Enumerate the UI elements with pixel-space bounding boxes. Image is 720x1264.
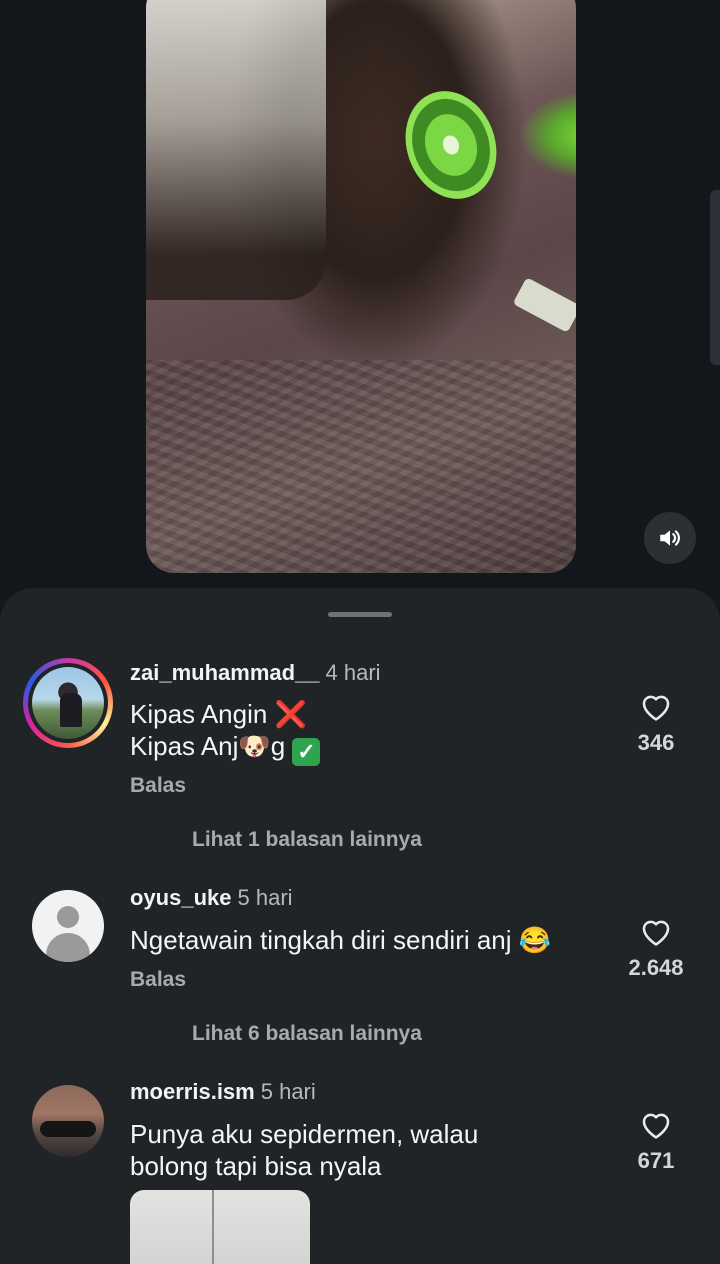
comment-text-line: g bbox=[270, 731, 286, 761]
like-count: 2.648 bbox=[628, 955, 684, 980]
like-button[interactable]: 2.648 bbox=[624, 915, 688, 981]
view-more-replies-link[interactable]: Lihat 6 balasan lainnya bbox=[192, 1022, 422, 1046]
comment-time: 5 hari bbox=[237, 885, 293, 910]
video-area bbox=[0, 0, 720, 600]
reply-button[interactable]: Balas bbox=[130, 968, 186, 992]
comment-text-line: bolong tapi bisa nyala bbox=[130, 1151, 382, 1181]
cross-mark-emoji-icon: ❌ bbox=[274, 699, 307, 729]
check-mark-emoji-icon: ✓ bbox=[292, 738, 321, 766]
laughing-tears-emoji-icon: 😂 bbox=[518, 925, 552, 955]
comment-text-line: Kipas Anj bbox=[130, 731, 239, 761]
video-frame-fan bbox=[390, 78, 512, 212]
video-player[interactable] bbox=[146, 0, 576, 573]
comment-text: Punya aku sepidermen, walau bolong tapi … bbox=[130, 1118, 478, 1182]
comment-image-attachment[interactable] bbox=[130, 1190, 310, 1264]
like-count: 346 bbox=[637, 730, 675, 755]
avatar[interactable] bbox=[32, 890, 104, 962]
side-panel-handle[interactable] bbox=[710, 190, 720, 365]
comment-time: 4 hari bbox=[325, 660, 381, 685]
heart-icon bbox=[642, 920, 670, 946]
view-more-replies-link[interactable]: Lihat 1 balasan lainnya bbox=[192, 828, 422, 852]
comment-username[interactable]: oyus_uke bbox=[130, 885, 232, 910]
avatar[interactable] bbox=[32, 1085, 104, 1157]
comment-meta: oyus_uke 5 hari bbox=[130, 885, 293, 911]
video-frame-power-strip bbox=[512, 277, 576, 333]
comment-text-line: Ngetawain tingkah diri sendiri anj bbox=[130, 925, 512, 955]
comment-username[interactable]: moerris.ism bbox=[130, 1079, 255, 1104]
dog-face-emoji-icon: 🐶 bbox=[238, 731, 271, 761]
speaker-volume-icon bbox=[660, 530, 680, 546]
like-button[interactable]: 346 bbox=[624, 690, 688, 756]
comment-text: Ngetawain tingkah diri sendiri anj 😂 bbox=[130, 924, 551, 956]
avatar-story-ring[interactable] bbox=[23, 658, 113, 748]
comment-text-line: Punya aku sepidermen, walau bbox=[130, 1119, 479, 1149]
sheet-drag-handle[interactable] bbox=[328, 612, 392, 617]
comments-sheet: zai_muhammad__ 4 hari Kipas Angin ❌ Kipas… bbox=[0, 588, 720, 1264]
comment-username[interactable]: zai_muhammad__ bbox=[130, 660, 320, 685]
like-button[interactable]: 671 bbox=[624, 1108, 688, 1174]
avatar bbox=[32, 667, 104, 739]
heart-icon bbox=[642, 695, 670, 721]
comment-meta: moerris.ism 5 hari bbox=[130, 1079, 316, 1105]
reply-button[interactable]: Balas bbox=[130, 774, 186, 798]
comment-text: Kipas Angin ❌ Kipas Anj🐶g ✓ bbox=[130, 698, 321, 766]
comment-text-line: Kipas Angin bbox=[130, 699, 268, 729]
like-count: 671 bbox=[637, 1148, 675, 1173]
comment-meta: zai_muhammad__ 4 hari bbox=[130, 660, 381, 686]
sound-toggle-button[interactable] bbox=[644, 512, 696, 564]
heart-icon bbox=[642, 1113, 670, 1139]
comment-time: 5 hari bbox=[260, 1079, 316, 1104]
